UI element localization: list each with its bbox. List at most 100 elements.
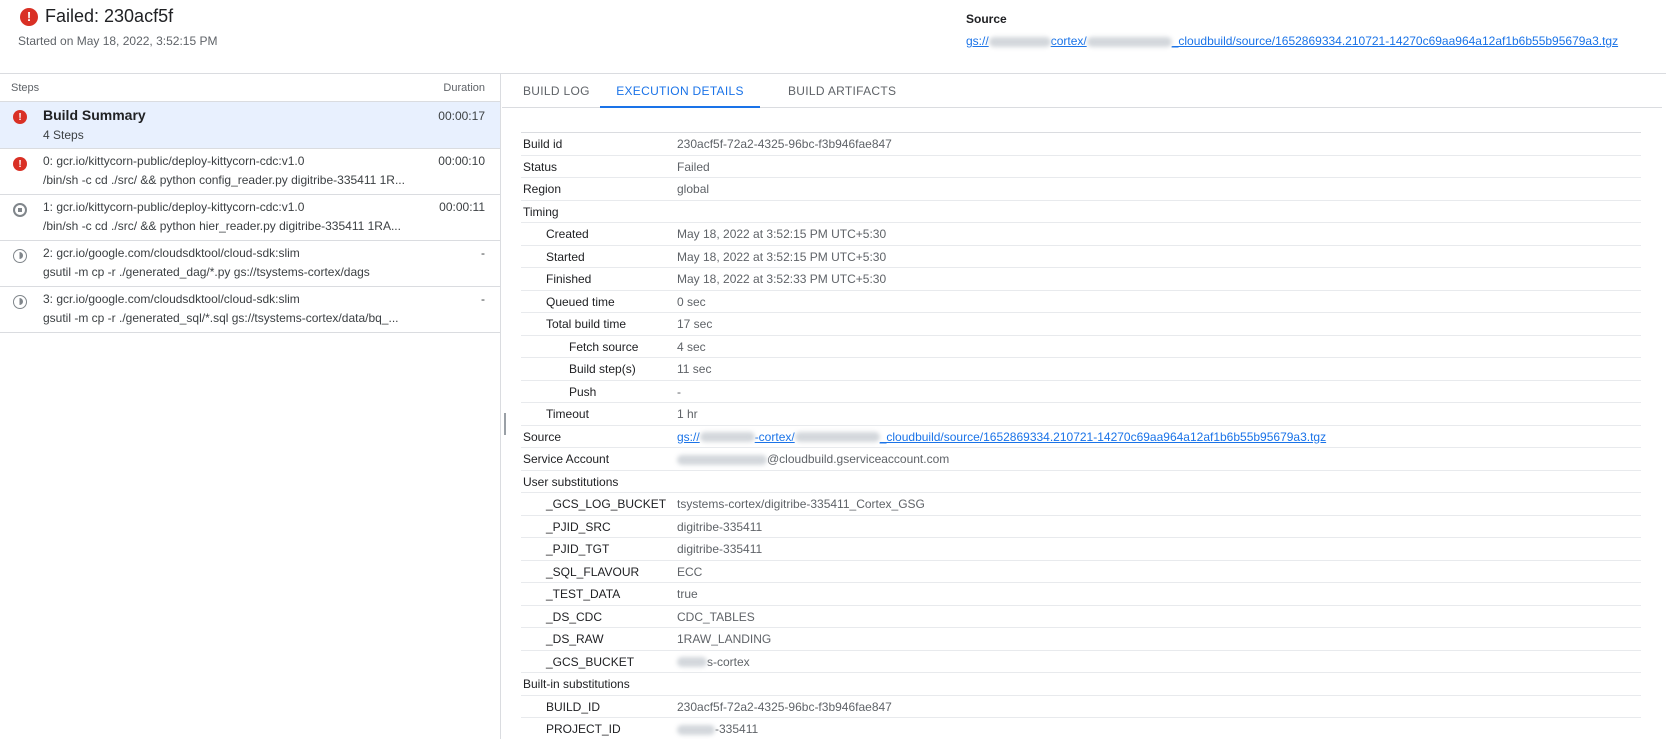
tab-build-artifacts[interactable]: BUILD ARTIFACTS [788, 74, 896, 108]
page-header: ! Failed: 230acf5f Started on May 18, 20… [0, 0, 1666, 74]
redacted-text [677, 657, 707, 668]
detail-value: s-cortex [677, 655, 750, 669]
detail-row: User substitutions [521, 471, 1641, 493]
detail-key: _TEST_DATA [546, 587, 621, 601]
tab-execution-details[interactable]: EXECUTION DETAILS [600, 74, 760, 108]
detail-key: Region [523, 182, 562, 196]
cancelled-icon [13, 203, 27, 217]
detail-key: Finished [546, 272, 592, 286]
detail-key: Created [546, 227, 589, 241]
detail-row: Build step(s) 11 sec [521, 358, 1641, 381]
value-text: -335411 [715, 722, 759, 736]
detail-key: _SQL_FLAVOUR [546, 564, 640, 579]
source-link[interactable]: gs:// cortex/ _cloudbuild/source/165286933… [966, 34, 1618, 48]
detail-value: 11 sec [677, 362, 712, 376]
step-title: Build Summary [43, 107, 146, 123]
detail-row: _DS_RAW 1RAW_LANDING [521, 628, 1641, 651]
detail-value: 230acf5f-72a2-4325-96bc-f3b946fae847 [677, 699, 892, 714]
detail-key: Push [569, 384, 597, 399]
detail-key: Build step(s) [569, 362, 636, 376]
step-duration: - [481, 292, 485, 306]
value-text: s-cortex [707, 654, 750, 669]
detail-row: Region global [521, 178, 1641, 201]
detail-value: digitribe-335411 [677, 542, 763, 556]
detail-row: Fetch source 4 sec [521, 336, 1641, 358]
detail-key: Status [523, 159, 558, 174]
source-link[interactable]: gs:// -cortex/ _cloudbuild/source/16528693… [677, 430, 1326, 444]
detail-row: Built-in substitutions [521, 673, 1641, 696]
source-link-mid: cortex/ [1050, 34, 1087, 48]
detail-row: _DS_CDC CDC_TABLES [521, 606, 1641, 628]
source-link-tail: _cloudbuild/source/1652869334.210721-142… [1171, 34, 1619, 48]
detail-row: Push - [521, 381, 1641, 403]
detail-key: Queued time [546, 294, 615, 309]
detail-row: _GCS_LOG_BUCKET tsystems-cortex/digitribe… [521, 493, 1641, 516]
detail-key: Total build time [546, 317, 627, 331]
duration-column-header: Duration [443, 81, 485, 94]
detail-value: 4 sec [677, 339, 706, 354]
error-icon: ! [20, 7, 38, 26]
detail-row: Timing [521, 201, 1641, 223]
detail-row: Total build time 17 sec [521, 313, 1641, 336]
panel-resize-handle[interactable] [504, 413, 506, 435]
steps-list: ! Build Summary 4 Steps 00:00:17! 0: gcr.io/… [0, 102, 500, 333]
detail-key: Fetch source [569, 339, 639, 354]
pending-icon [13, 295, 27, 309]
detail-value: ECC [677, 564, 703, 579]
steps-header: Steps Duration [0, 74, 500, 102]
detail-value: @cloudbuild.gserviceaccount.com [677, 452, 949, 466]
detail-value: true [677, 587, 698, 601]
detail-row: Finished May 18, 2022 at 3:52:33 PM UTC+5… [521, 268, 1641, 291]
detail-row: _GCS_BUCKET s-cortex [521, 651, 1641, 673]
detail-key: Timing [523, 204, 559, 219]
detail-value: Failed [677, 159, 710, 174]
steps-panel: Steps Duration ! Build Summary 4 Steps 00:0… [0, 74, 501, 739]
detail-key: Built-in substitutions [523, 677, 630, 691]
step-title: 2: gcr.io/google.com/cloudsdktool/cloud-… [43, 246, 300, 260]
detail-row: Created May 18, 2022 at 3:52:15 PM UTC+5:… [521, 223, 1641, 246]
detail-value: 0 sec [677, 294, 706, 309]
execution-details-table: Build id 230acf5f-72a2-4325-96bc-f3b946fa… [521, 132, 1641, 739]
detail-value: -335411 [677, 722, 758, 736]
detail-row: PROJECT_ID -335411 [521, 718, 1641, 739]
step-duration: 00:00:10 [438, 154, 485, 168]
redacted-text [988, 36, 1051, 47]
title-row: ! Failed: 230acf5f [20, 6, 173, 27]
detail-value: 1RAW_LANDING [677, 632, 772, 646]
error-icon: ! [13, 157, 27, 171]
detail-row: Timeout 1 hr [521, 403, 1641, 426]
step-item[interactable]: 3: gcr.io/google.com/cloudsdktool/cloud-… [0, 287, 500, 333]
detail-row: _TEST_DATA true [521, 583, 1641, 606]
redacted-text [794, 432, 880, 443]
step-item[interactable]: 2: gcr.io/google.com/cloudsdktool/cloud-… [0, 241, 500, 287]
detail-value: CDC_TABLES [677, 609, 755, 624]
detail-key: _DS_RAW [546, 632, 604, 646]
step-item[interactable]: 1: gcr.io/kittycorn-public/deploy-kittyc… [0, 195, 500, 241]
source-label: Source [966, 12, 1007, 26]
step-subtitle: gsutil -m cp -r ./generated_sql/*.sql gs… [43, 311, 399, 325]
detail-value: 17 sec [677, 317, 713, 331]
link-prefix: gs:// [677, 429, 700, 444]
step-subtitle: gsutil -m cp -r ./generated_dag/*.py gs:… [43, 265, 370, 279]
step-item[interactable]: ! 0: gcr.io/kittycorn-public/deploy-kitty… [0, 149, 500, 195]
step-title: 1: gcr.io/kittycorn-public/deploy-kittyc… [43, 200, 305, 214]
error-icon: ! [13, 110, 27, 124]
detail-key: Started [546, 249, 585, 264]
build-summary-item[interactable]: ! Build Summary 4 Steps 00:00:17 [0, 102, 500, 149]
tab-build-log[interactable]: BUILD LOG [523, 74, 590, 108]
step-title: 0: gcr.io/kittycorn-public/deploy-kittyc… [43, 154, 305, 168]
detail-value: tsystems-cortex/digitribe-335411_Cortex_… [677, 497, 925, 511]
detail-key: _PJID_SRC [546, 519, 611, 534]
detail-key: _GCS_BUCKET [546, 654, 635, 669]
link-mid: -cortex/ [754, 429, 795, 444]
detail-key: BUILD_ID [546, 699, 601, 714]
detail-key: PROJECT_ID [546, 722, 621, 736]
pending-icon [13, 249, 27, 263]
detail-value: 1 hr [677, 407, 698, 421]
page-title: Failed: 230acf5f [45, 6, 174, 26]
detail-key: Service Account [523, 452, 610, 466]
step-title: 3: gcr.io/google.com/cloudsdktool/cloud-… [43, 292, 300, 306]
detail-row: Queued time 0 sec [521, 291, 1641, 313]
detail-row: BUILD_ID 230acf5f-72a2-4325-96bc-f3b946fa… [521, 696, 1641, 718]
details-tabs: BUILD LOG EXECUTION DETAILS BUILD ARTIFA… [502, 74, 1662, 108]
